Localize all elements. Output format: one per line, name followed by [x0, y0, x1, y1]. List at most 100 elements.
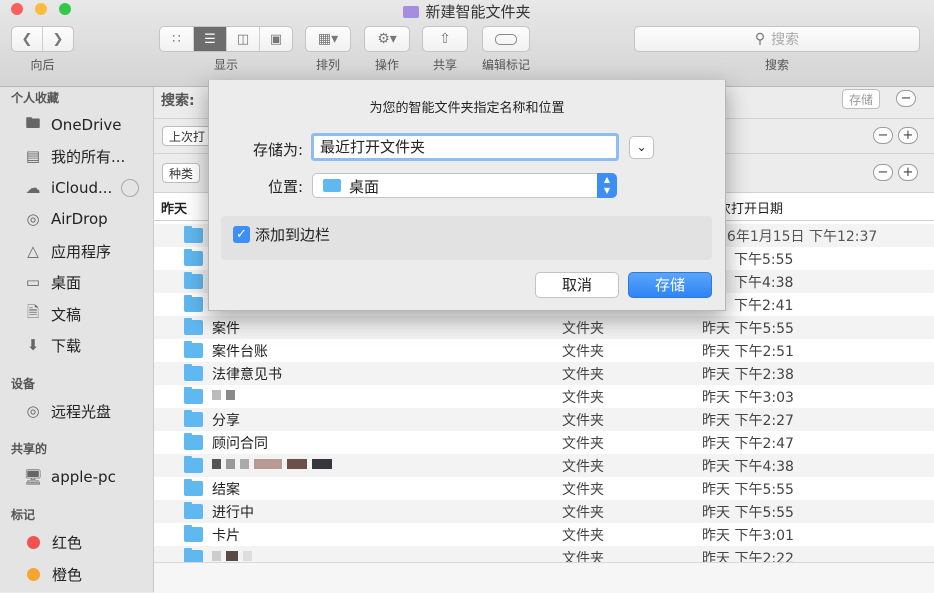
view-label: 显示	[213, 58, 238, 72]
row-name: 卡片	[212, 528, 240, 544]
search-icon: ⚲	[754, 31, 766, 47]
remove-search-button[interactable]: −	[896, 90, 916, 107]
row-kind: 文件夹	[562, 528, 604, 544]
sidebar-item-desktop[interactable]: ▭ 桌面	[22, 270, 81, 294]
edit-tags-button[interactable]	[482, 26, 530, 52]
folder-icon	[184, 318, 203, 335]
location-select[interactable]: 桌面 ▲ ▼	[312, 173, 617, 198]
column-view-button[interactable]: ◫	[227, 27, 260, 51]
row-date: 昨天 下午5:55	[702, 482, 794, 498]
table-row[interactable]: 结案 文件夹 昨天 下午5:55	[154, 477, 934, 500]
progress-ring-icon	[121, 179, 140, 197]
window-title-text: 新建智能文件夹	[425, 3, 531, 21]
action-button[interactable]: ⚙▾	[364, 26, 410, 52]
add-to-sidebar-label[interactable]: 添加到边栏	[255, 224, 330, 245]
cancel-button[interactable]: 取消	[535, 272, 619, 298]
row-kind: 文件夹	[562, 344, 604, 360]
sidebar-item-all-files[interactable]: ▤ 我的所有...	[22, 144, 125, 168]
expand-dialog-button[interactable]: ⌄	[629, 136, 654, 159]
table-row[interactable]: 卡片 文件夹 昨天 下午3:01	[154, 523, 934, 546]
save-as-field[interactable]: 最近打开文件夹	[311, 133, 619, 161]
table-row[interactable]: 顾问合同 文件夹 昨天 下午2:47	[154, 431, 934, 454]
toolbar: 新建智能文件夹 ❮ ❯ 向后 ∷ ☰ ◫ ▣ 显示 ▦▾ 排列 ⚙▾ 操作 ⇧ …	[0, 0, 934, 87]
sidebar-item-label: iCloud...	[51, 179, 113, 197]
row-kind: 文件夹	[562, 436, 604, 452]
table-row[interactable]: 文件夹 昨天 下午2:22	[154, 546, 934, 562]
share-button[interactable]: ⇧	[422, 26, 468, 52]
arrange-icon: ▦▾	[317, 31, 339, 47]
cloud-icon: ☁	[25, 179, 41, 197]
save-button[interactable]: 存储	[628, 272, 712, 298]
add-criteria-button[interactable]: +	[898, 127, 918, 144]
criteria-label: 上次打	[169, 129, 206, 144]
icon-view-button[interactable]: ∷	[160, 27, 194, 51]
folder-icon	[184, 364, 203, 381]
share-icon: ⇧	[439, 31, 451, 47]
criteria-label: 种类	[169, 166, 194, 181]
save-search-button[interactable]: 存储	[842, 89, 881, 109]
sidebar-item-apple-pc[interactable]: 🖥 apple-pc	[22, 465, 115, 489]
desktop-icon: ▭	[25, 273, 41, 291]
window-title: 新建智能文件夹	[0, 1, 934, 22]
table-row[interactable]: 法律意见书 文件夹 昨天 下午2:38	[154, 362, 934, 385]
row-date: 昨天 下午2:47	[702, 436, 794, 452]
back-button[interactable]: ❮	[12, 27, 43, 51]
column-header-date[interactable]: 次打开日期	[718, 198, 783, 217]
row-date: 昨天 下午5:55	[702, 505, 794, 521]
all-files-icon: ▤	[25, 147, 41, 165]
chevron-down-icon: ⌄	[636, 140, 647, 154]
table-row[interactable]: 文件夹 昨天 下午4:38	[154, 454, 934, 477]
tags-header: 标记	[11, 508, 36, 522]
column-header-name[interactable]: 昨天	[161, 198, 187, 217]
row-name: 分享	[212, 413, 240, 429]
row-kind: 文件夹	[562, 413, 604, 429]
options-panel: ✓ 添加到边栏	[221, 216, 712, 260]
row-date: 下午4:38	[734, 275, 794, 291]
table-row[interactable]: 文件夹 昨天 下午3:03	[154, 385, 934, 408]
row-name: 案件	[212, 321, 240, 337]
sidebar-item-onedrive[interactable]: 🖿 OneDrive	[22, 113, 121, 137]
folder-icon	[184, 272, 203, 289]
add-to-sidebar-checkbox[interactable]: ✓	[233, 226, 250, 243]
forward-button[interactable]: ❯	[43, 27, 73, 51]
sidebar-item-documents[interactable]: 🗎 文稿	[22, 302, 81, 326]
sidebar-item-tag-orange[interactable]: 橙色	[22, 562, 82, 586]
redacted-name	[212, 387, 240, 403]
folder-icon	[184, 502, 203, 519]
smart-folder-icon	[403, 6, 420, 18]
status-bar	[154, 562, 934, 593]
list-view-button[interactable]: ☰	[194, 27, 227, 51]
sidebar-item-label: AirDrop	[51, 210, 108, 228]
sidebar-item-label: 红色	[52, 533, 83, 552]
table-row[interactable]: 案件台账 文件夹 昨天 下午2:51	[154, 339, 934, 362]
folder-icon	[184, 479, 203, 496]
row-name: 顾问合同	[212, 436, 268, 452]
view-mode-control: ∷ ☰ ◫ ▣	[159, 26, 293, 52]
folder-icon	[184, 548, 203, 562]
row-name: 结案	[212, 482, 240, 498]
cover-flow-button[interactable]: ▣	[260, 27, 292, 51]
add-criteria-button[interactable]: +	[898, 164, 918, 181]
sidebar-item-label: 下载	[51, 336, 82, 355]
sidebar-item-remote-disc[interactable]: ◎ 远程光盘	[22, 399, 111, 423]
remove-criteria-button[interactable]: −	[873, 164, 893, 181]
folder-icon	[184, 341, 203, 358]
sidebar-item-applications[interactable]: △ 应用程序	[22, 239, 111, 263]
criteria-kind-select[interactable]: 种类	[162, 163, 201, 183]
search-placeholder: 搜索	[771, 32, 800, 48]
remove-criteria-button[interactable]: −	[873, 127, 893, 144]
sidebar-item-icloud[interactable]: ☁ iCloud...	[22, 176, 140, 200]
arrange-button[interactable]: ▦▾	[305, 26, 351, 52]
search-field[interactable]: ⚲ 搜索	[634, 26, 920, 52]
table-row[interactable]: 进行中 文件夹 昨天 下午5:55	[154, 500, 934, 523]
table-row[interactable]: 分享 文件夹 昨天 下午2:27	[154, 408, 934, 431]
row-kind: 文件夹	[562, 482, 604, 498]
criteria-attribute-select[interactable]: 上次打	[162, 126, 213, 146]
sidebar-item-label: 远程光盘	[51, 402, 112, 421]
folder-icon	[184, 226, 203, 243]
row-name: 案件台账	[212, 344, 268, 360]
table-row[interactable]: 案件 文件夹 昨天 下午5:55	[154, 316, 934, 339]
sidebar-item-tag-red[interactable]: 红色	[22, 530, 82, 554]
sidebar-item-downloads[interactable]: ⬇ 下载	[22, 333, 81, 357]
sidebar-item-airdrop[interactable]: ◎ AirDrop	[22, 207, 108, 231]
